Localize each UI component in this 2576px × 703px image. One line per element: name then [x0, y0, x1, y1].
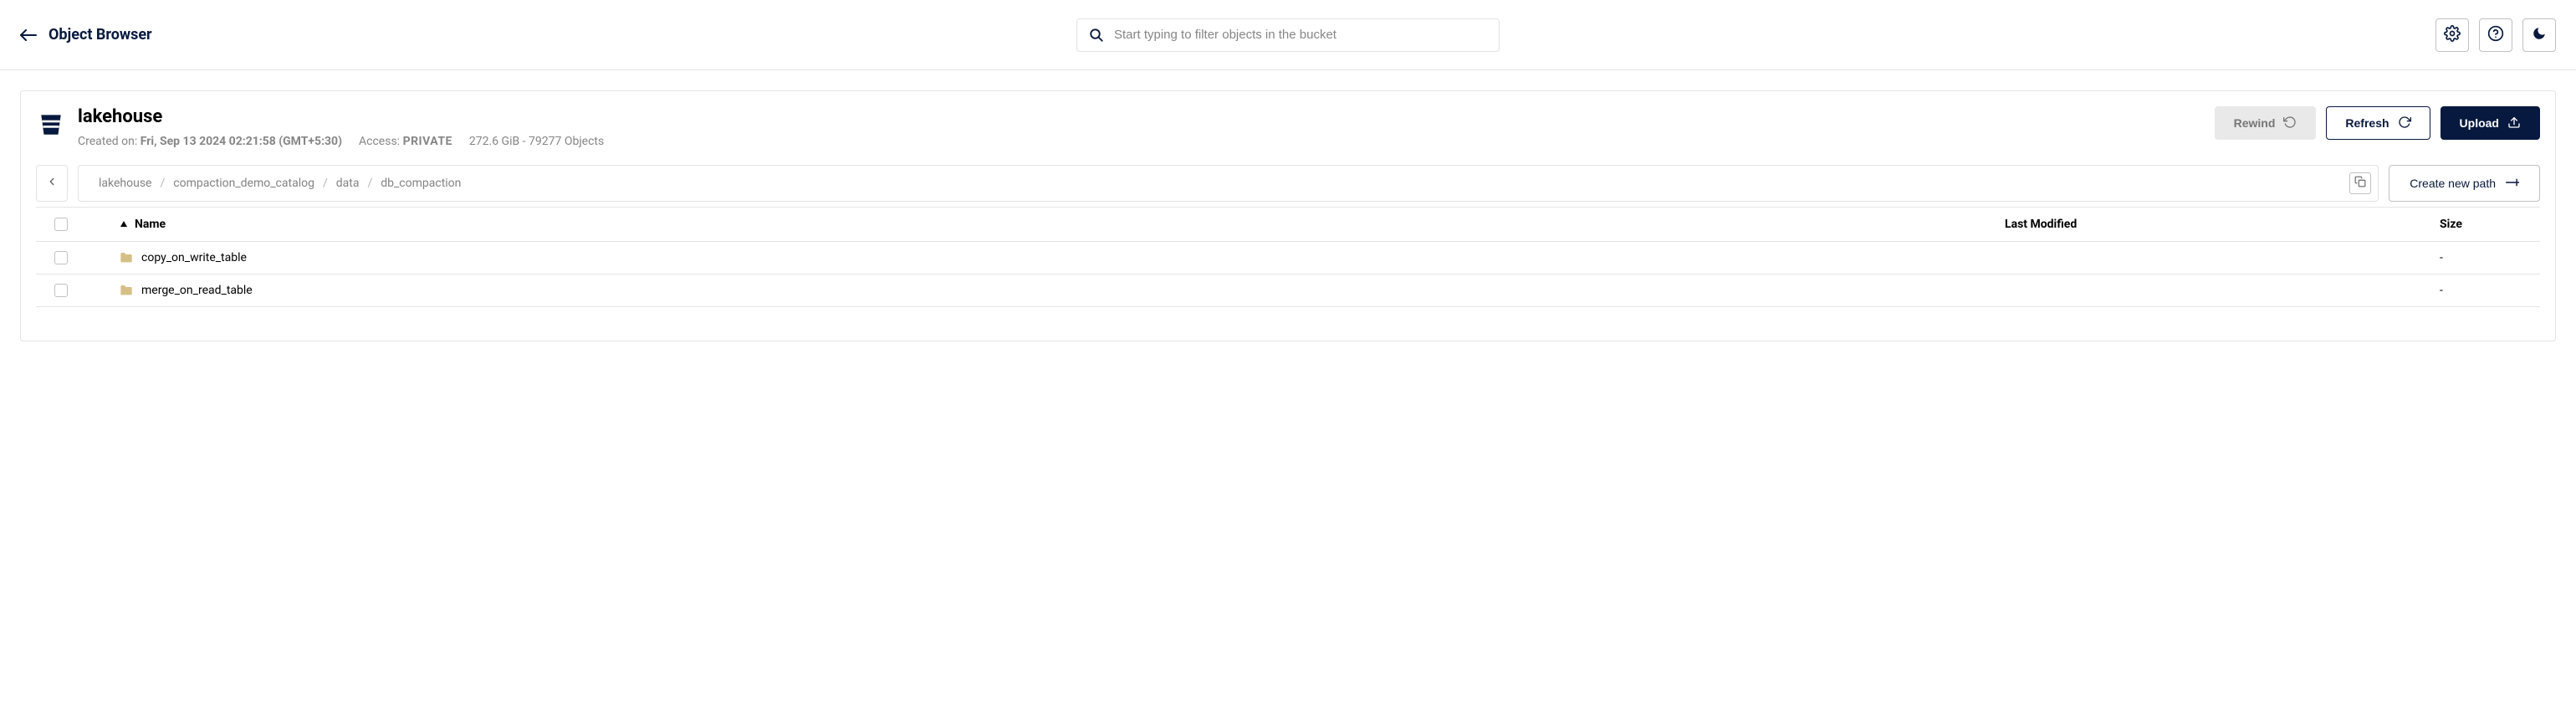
new-path-icon: [2506, 177, 2519, 191]
row-checkbox[interactable]: [54, 251, 68, 264]
row-checkbox[interactable]: [54, 284, 68, 297]
sort-asc-icon: [120, 220, 128, 228]
settings-button[interactable]: [2435, 18, 2469, 52]
help-icon: [2487, 25, 2504, 44]
chevron-left-icon: [46, 176, 58, 191]
col-modified-label: Last Modified: [2005, 218, 2077, 231]
breadcrumb-sep: /: [160, 177, 165, 190]
row-size: -: [2440, 251, 2540, 264]
bucket-info: lakehouse Created on: Fri, Sep 13 2024 0…: [78, 106, 2203, 148]
col-size-label: Size: [2440, 218, 2462, 231]
col-name-header[interactable]: Name: [86, 218, 2005, 231]
row-name-cell: copy_on_write_table: [86, 251, 2005, 264]
breadcrumb-seg[interactable]: compaction_demo_catalog: [173, 177, 314, 190]
breadcrumb-seg[interactable]: data: [336, 177, 360, 190]
breadcrumb: lakehouse / compaction_demo_catalog / da…: [78, 165, 2379, 202]
table-row[interactable]: copy_on_write_table -: [36, 242, 2540, 275]
bucket-header: lakehouse Created on: Fri, Sep 13 2024 0…: [36, 106, 2540, 148]
select-all-cell: [36, 218, 86, 231]
theme-toggle-button[interactable]: [2522, 18, 2556, 52]
breadcrumb-back-button[interactable]: [36, 165, 68, 202]
help-button[interactable]: [2479, 18, 2512, 52]
bucket-name: lakehouse: [78, 106, 2203, 128]
folder-icon: [120, 252, 133, 264]
content: lakehouse Created on: Fri, Sep 13 2024 0…: [0, 70, 2576, 362]
topbar-left: Object Browser: [20, 26, 288, 44]
rewind-button: Rewind: [2215, 106, 2317, 140]
breadcrumb-sep: /: [367, 177, 372, 190]
row-name: merge_on_read_table: [141, 284, 253, 297]
bucket-card: lakehouse Created on: Fri, Sep 13 2024 0…: [20, 90, 2556, 341]
gear-icon: [2444, 25, 2461, 44]
bucket-meta: Created on: Fri, Sep 13 2024 02:21:58 (G…: [78, 135, 2203, 148]
refresh-label: Refresh: [2345, 117, 2389, 129]
rewind-label: Rewind: [2234, 117, 2276, 129]
created-label: Created on:: [78, 135, 137, 148]
copy-icon: [2354, 176, 2366, 191]
back-arrow-icon[interactable]: [20, 29, 37, 41]
refresh-button[interactable]: Refresh: [2326, 106, 2430, 140]
bucket-actions: Rewind Refresh Upload: [2215, 106, 2540, 140]
object-table: Name Last Modified Size copy_on_write: [36, 207, 2540, 307]
refresh-icon: [2398, 115, 2411, 131]
search-wrap: [1076, 18, 1500, 52]
create-path-label: Create new path: [2410, 177, 2496, 190]
breadcrumb-seg[interactable]: lakehouse: [99, 177, 151, 190]
select-all-checkbox[interactable]: [54, 218, 68, 231]
col-name-label: Name: [135, 218, 166, 231]
upload-label: Upload: [2460, 117, 2499, 129]
row-name-cell: merge_on_read_table: [86, 284, 2005, 297]
access-label: Access:: [359, 135, 400, 148]
topbar-right: [2435, 18, 2556, 52]
rewind-icon: [2283, 115, 2297, 131]
search-input[interactable]: [1114, 28, 1487, 42]
created-value: Fri, Sep 13 2024 02:21:58 (GMT+5:30): [141, 135, 342, 148]
breadcrumb-seg[interactable]: db_compaction: [381, 177, 461, 190]
col-size-header[interactable]: Size: [2440, 218, 2540, 231]
create-new-path-button[interactable]: Create new path: [2389, 165, 2540, 202]
table-header: Name Last Modified Size: [36, 207, 2540, 242]
row-name: copy_on_write_table: [141, 251, 247, 264]
breadcrumb-sep: /: [323, 177, 328, 190]
page-title: Object Browser: [49, 26, 152, 44]
breadcrumb-row: lakehouse / compaction_demo_catalog / da…: [36, 165, 2540, 202]
row-size: -: [2440, 284, 2540, 297]
col-modified-header[interactable]: Last Modified: [2005, 218, 2440, 231]
search-icon: [1089, 28, 1104, 43]
topbar: Object Browser: [0, 0, 2576, 70]
folder-icon: [120, 285, 133, 296]
moon-icon: [2532, 26, 2547, 44]
row-check-cell: [36, 251, 86, 264]
bucket-icon: [36, 110, 66, 140]
search-box[interactable]: [1076, 18, 1500, 52]
access-value: PRIVATE: [403, 135, 452, 148]
row-check-cell: [36, 284, 86, 297]
table-row[interactable]: merge_on_read_table -: [36, 275, 2540, 307]
upload-icon: [2507, 115, 2521, 131]
copy-path-button[interactable]: [2349, 172, 2371, 194]
upload-button[interactable]: Upload: [2441, 106, 2540, 140]
bucket-stats: 272.6 GiB - 79277 Objects: [469, 135, 604, 148]
